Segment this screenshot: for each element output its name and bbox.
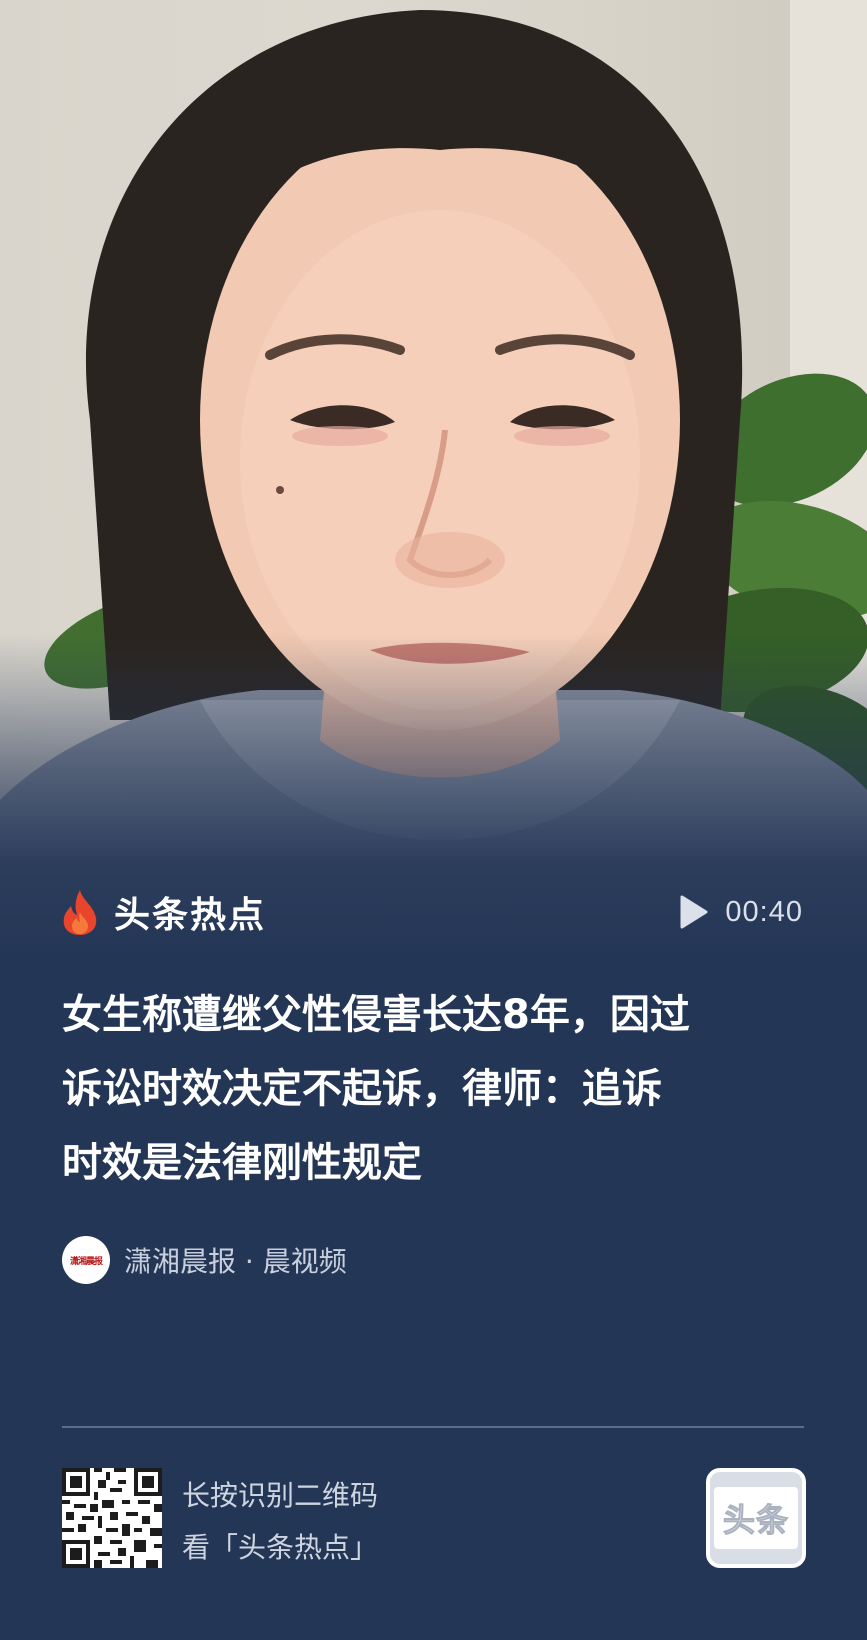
video-thumbnail[interactable]	[0, 0, 867, 960]
qr-hint: 长按识别二维码 看「头条热点」	[182, 1470, 378, 1574]
brand-title: 头条热点	[114, 895, 267, 936]
qr-hint-line-2: 看「头条热点」	[182, 1531, 379, 1564]
toutiao-app-logo[interactable]: 头条	[706, 1468, 806, 1568]
qr-code-icon[interactable]	[62, 1468, 162, 1568]
article-headline[interactable]: 女生称遭继父性侵害长达8年，因过 诉讼时效决定不起诉，律师：追诉 时效是法律刚性…	[62, 978, 812, 1200]
share-card: 头条热点 00:40 女生称遭继父性侵害长达8年，因过 诉讼时效决定不起诉，律师…	[0, 0, 867, 1640]
footer-divider	[62, 1426, 804, 1428]
app-logo-text: 头条	[722, 1501, 789, 1540]
headline-line-3: 时效是法律刚性规定	[62, 1140, 422, 1186]
source-label: 潇湘晨报 · 晨视频	[124, 1245, 347, 1278]
duration-text: 00:40	[725, 895, 803, 928]
thumbnail-gradient-overlay	[0, 0, 867, 960]
app-logo-plate: 头条	[714, 1487, 798, 1549]
source-info[interactable]: 潇湘晨报 潇湘晨报 · 晨视频	[62, 1234, 347, 1286]
video-duration[interactable]: 00:40	[679, 892, 803, 932]
headline-line-2: 诉讼时效决定不起诉，律师：追诉	[62, 1066, 662, 1112]
play-icon[interactable]	[679, 894, 709, 930]
flame-icon	[63, 890, 97, 935]
source-avatar: 潇湘晨报	[62, 1236, 110, 1284]
brand-header: 头条热点	[60, 884, 266, 940]
source-avatar-text: 潇湘晨报	[69, 1256, 103, 1267]
qr-hint-line-1: 长按识别二维码	[182, 1479, 379, 1512]
headline-line-1: 女生称遭继父性侵害长达8年，因过	[62, 992, 690, 1038]
